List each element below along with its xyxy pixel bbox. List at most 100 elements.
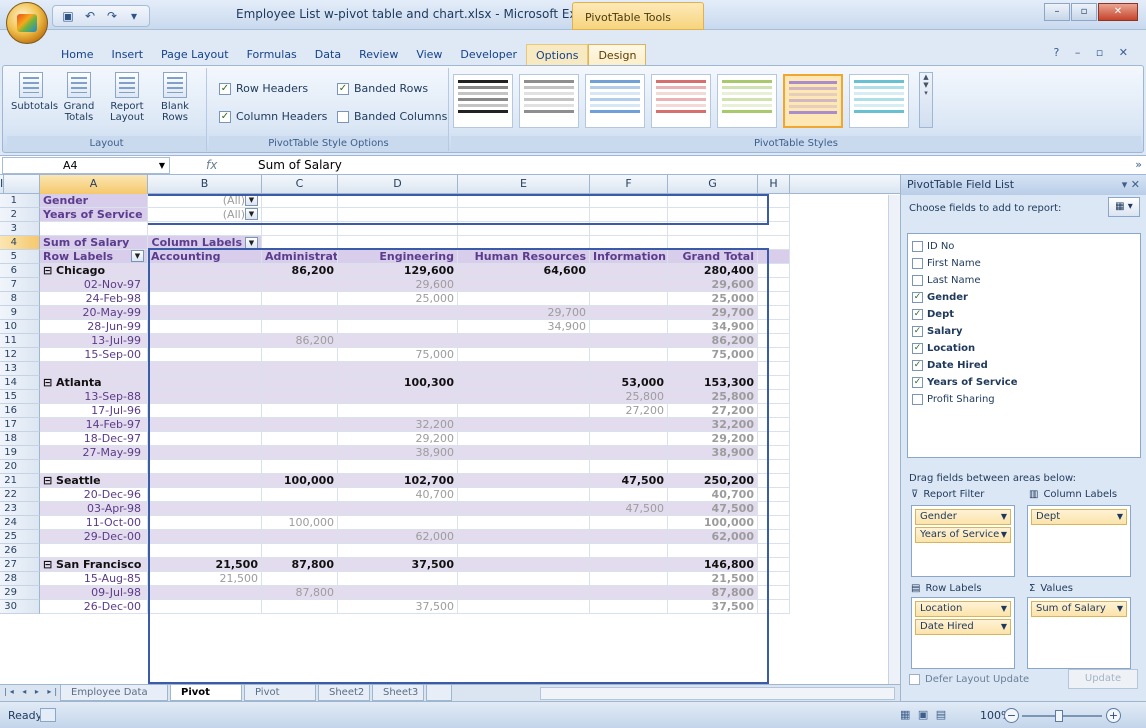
cell[interactable] xyxy=(458,544,590,558)
row-header[interactable]: 30 xyxy=(0,600,40,614)
row-header[interactable]: 13 xyxy=(0,362,40,376)
cell[interactable] xyxy=(40,222,148,236)
cell[interactable]: Years of Service xyxy=(40,208,148,222)
cell[interactable]: 64,600 xyxy=(458,264,590,278)
cell[interactable] xyxy=(262,208,338,222)
worksheet-grid[interactable]: ABCDEFGHI 1 Gender (All) ▼ 2 Years of Service… xyxy=(0,175,900,684)
gallery-scroll-icon[interactable]: ▲ ▼ ▾ xyxy=(919,72,933,128)
cell[interactable] xyxy=(668,222,758,236)
pivot-style-swatch[interactable] xyxy=(585,74,645,128)
cell[interactable] xyxy=(590,544,668,558)
cell[interactable]: 15-Aug-85 xyxy=(40,572,148,586)
cell[interactable] xyxy=(262,194,338,208)
cell[interactable] xyxy=(148,418,262,432)
cell[interactable]: 47,500 xyxy=(668,502,758,516)
cell[interactable] xyxy=(458,278,590,292)
cell[interactable] xyxy=(758,488,790,502)
cell[interactable] xyxy=(668,362,758,376)
cell[interactable]: 53,000 xyxy=(590,376,668,390)
cell[interactable] xyxy=(458,474,590,488)
pivot-style-swatch[interactable] xyxy=(717,74,777,128)
sheet-tab-sheet2[interactable]: Sheet2 xyxy=(318,685,370,701)
cell[interactable]: 29,600 xyxy=(668,278,758,292)
row-header[interactable]: 10 xyxy=(0,320,40,334)
cell[interactable]: (All) ▼ xyxy=(148,194,262,208)
row-header[interactable]: 5 xyxy=(0,250,40,264)
cell[interactable] xyxy=(40,460,148,474)
cell[interactable] xyxy=(590,236,668,250)
field-item[interactable]: ✓ Gender xyxy=(912,289,968,305)
cell[interactable]: 13-Jul-99 xyxy=(40,334,148,348)
cell[interactable]: 100,000 xyxy=(262,516,338,530)
cell[interactable] xyxy=(758,460,790,474)
tab-view[interactable]: View xyxy=(407,44,451,66)
cell[interactable] xyxy=(758,446,790,460)
cell[interactable] xyxy=(458,446,590,460)
row-header[interactable]: 2 xyxy=(0,208,40,222)
cell[interactable] xyxy=(458,334,590,348)
cell[interactable]: 03-Apr-98 xyxy=(40,502,148,516)
cell[interactable] xyxy=(758,362,790,376)
row-header[interactable]: 25 xyxy=(0,530,40,544)
area-field-chip[interactable]: Date Hired ▼ xyxy=(915,619,1011,635)
column-header-a[interactable]: A xyxy=(40,175,148,194)
cell[interactable]: 146,800 xyxy=(668,558,758,572)
cell[interactable]: 09-Jul-98 xyxy=(40,586,148,600)
cell[interactable] xyxy=(668,208,758,222)
cell[interactable] xyxy=(458,586,590,600)
cell[interactable]: 26-Dec-00 xyxy=(40,600,148,614)
cell[interactable] xyxy=(758,418,790,432)
cell[interactable] xyxy=(758,264,790,278)
cell[interactable]: 37,500 xyxy=(338,600,458,614)
defer-layout-checkbox[interactable]: Defer Layout Update xyxy=(909,674,1029,685)
cell[interactable]: 100,000 xyxy=(668,516,758,530)
cell[interactable] xyxy=(590,418,668,432)
cell[interactable] xyxy=(590,208,668,222)
cell[interactable] xyxy=(458,194,590,208)
column-labels-dropdown-icon[interactable]: ▼ xyxy=(245,237,258,249)
tab-developer[interactable]: Developer xyxy=(451,44,526,66)
column-header-e[interactable]: E xyxy=(458,175,590,194)
cell[interactable]: Administration xyxy=(262,250,338,264)
field-item[interactable]: Last Name xyxy=(912,272,981,288)
cell[interactable] xyxy=(758,334,790,348)
cell[interactable] xyxy=(458,530,590,544)
cell[interactable] xyxy=(148,222,262,236)
column-header-f[interactable]: F xyxy=(590,175,668,194)
cell[interactable]: 27,200 xyxy=(668,404,758,418)
row-header[interactable]: 29 xyxy=(0,586,40,600)
tab-formulas[interactable]: Formulas xyxy=(238,44,306,66)
cell[interactable]: 75,000 xyxy=(338,348,458,362)
cell[interactable] xyxy=(668,460,758,474)
update-button[interactable]: Update xyxy=(1068,669,1138,689)
cell[interactable]: 29,200 xyxy=(668,432,758,446)
field-checkbox[interactable]: ✓ xyxy=(912,308,923,320)
cell[interactable]: 29,700 xyxy=(668,306,758,320)
zoom-in-icon[interactable]: + xyxy=(1106,708,1121,723)
cell[interactable]: 25,000 xyxy=(338,292,458,306)
restore-button[interactable]: ▫ xyxy=(1071,3,1097,21)
cell[interactable] xyxy=(262,432,338,446)
chevron-down-icon[interactable]: ▼ xyxy=(1001,620,1007,634)
area-field-chip[interactable]: Gender ▼ xyxy=(915,509,1011,525)
name-box[interactable]: A4 ▼ xyxy=(2,157,170,174)
row-header[interactable]: 3 xyxy=(0,222,40,236)
cell[interactable] xyxy=(758,236,790,250)
cell[interactable]: 62,000 xyxy=(338,530,458,544)
field-item[interactable]: ID No xyxy=(912,238,954,254)
cell[interactable] xyxy=(148,320,262,334)
cell[interactable]: ⊟ Seattle xyxy=(40,474,148,488)
cell[interactable]: 153,300 xyxy=(668,376,758,390)
cell[interactable]: 11-Oct-00 xyxy=(40,516,148,530)
cell[interactable] xyxy=(590,320,668,334)
cell[interactable] xyxy=(590,460,668,474)
cell[interactable] xyxy=(758,348,790,362)
cell[interactable] xyxy=(262,600,338,614)
cell[interactable]: 87,800 xyxy=(262,558,338,572)
cell[interactable] xyxy=(458,460,590,474)
cell[interactable]: 25,800 xyxy=(590,390,668,404)
zoom-slider-thumb[interactable] xyxy=(1055,710,1063,722)
cell[interactable] xyxy=(148,460,262,474)
pivot-style-swatch[interactable] xyxy=(453,74,513,128)
row-header[interactable]: 12 xyxy=(0,348,40,362)
